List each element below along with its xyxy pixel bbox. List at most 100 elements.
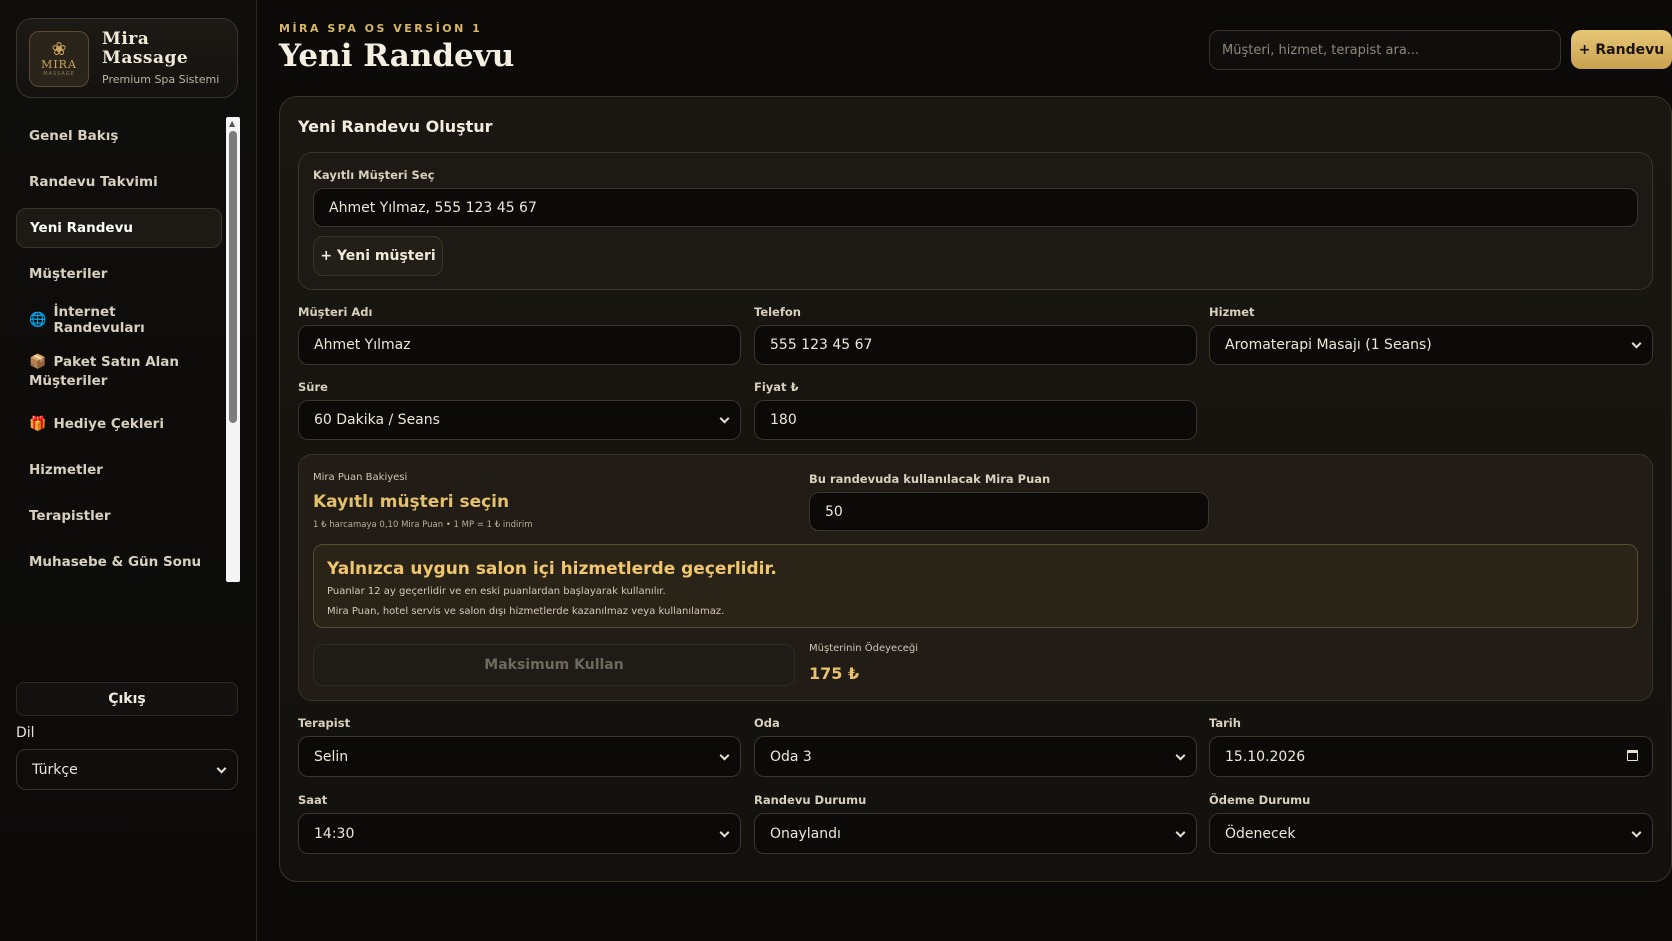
sidebar-item-gift-vouchers[interactable]: 🎁 Hediye Çekleri xyxy=(16,404,222,444)
sidebar-item-label-text: Paket Satın Alan Müşteriler xyxy=(29,354,180,389)
service-value: Aromaterapi Masajı (1 Seans) xyxy=(1225,337,1432,353)
chevron-down-icon xyxy=(216,763,227,774)
chevron-down-icon xyxy=(1175,750,1186,761)
brand-name: Mira Massage xyxy=(102,29,189,68)
points-rate-note: 1 ₺ harcamaya 0,10 Mira Puan • 1 MP = 1 … xyxy=(313,520,533,530)
sidebar-item-label: Hizmetler xyxy=(29,462,103,478)
chevron-down-icon xyxy=(719,827,730,838)
price-value: 180 xyxy=(770,412,797,428)
logo-subtext: MASSAGE xyxy=(43,71,75,77)
sidebar-item-calendar[interactable]: Randevu Takvimi xyxy=(16,162,222,202)
customer-pays-value: 175 ₺ xyxy=(809,664,860,683)
sidebar-item-label: Hediye Çekleri xyxy=(53,416,164,432)
date-label: Tarih xyxy=(1209,716,1241,730)
language-label: Dil xyxy=(16,725,35,741)
sidebar-item-online-appointments[interactable]: 🌐 İnternet Randevuları xyxy=(16,300,222,340)
form-title: Yeni Randevu Oluştur xyxy=(298,117,493,136)
chevron-down-icon xyxy=(1631,827,1642,838)
search-input[interactable] xyxy=(1222,42,1560,58)
customer-pays-label: Müşterinin Ödeyeceği xyxy=(809,643,918,654)
sidebar-item-label: Müşteriler xyxy=(29,266,108,282)
calendar-icon[interactable] xyxy=(1627,750,1638,761)
brand-card: ❀ MIRA MASSAGE Mira Massage Premium Spa … xyxy=(16,18,238,98)
sidebar-item-label: 📦 Paket Satın Alan Müşteriler xyxy=(29,353,209,391)
chevron-down-icon xyxy=(719,413,730,424)
sidebar: ❀ MIRA MASSAGE Mira Massage Premium Spa … xyxy=(0,0,257,941)
new-customer-button[interactable]: + Yeni müşteri xyxy=(313,236,443,276)
price-input[interactable]: 180 xyxy=(754,400,1197,440)
language-value: Türkçe xyxy=(32,761,78,778)
notice-title: Yalnızca uygun salon içi hizmetlerde geç… xyxy=(327,559,777,579)
sidebar-nav: Genel Bakış Randevu Takvimi Yeni Randevu… xyxy=(16,116,222,588)
sidebar-item-package-customers[interactable]: 📦 Paket Satın Alan Müşteriler xyxy=(16,346,222,398)
package-icon: 📦 xyxy=(29,354,47,370)
registered-customer-input[interactable]: Ahmet Yılmaz, 555 123 45 67 xyxy=(313,188,1638,227)
points-balance-value: Kayıtlı müşteri seçin xyxy=(313,492,510,512)
payment-status-value: Ödenecek xyxy=(1225,825,1296,842)
duration-value: 60 Dakika / Seans xyxy=(314,412,440,428)
globe-icon: 🌐 xyxy=(29,312,47,328)
sidebar-item-label: Genel Bakış xyxy=(29,128,119,144)
scrollbar-thumb[interactable] xyxy=(229,131,237,423)
points-use-label: Bu randevuda kullanılacak Mira Puan xyxy=(809,472,1051,486)
appointment-status-value: Onaylandı xyxy=(770,825,841,842)
customer-name-label: Müşteri Adı xyxy=(298,305,373,319)
service-select[interactable]: Aromaterapi Masajı (1 Seans) xyxy=(1209,325,1653,365)
registered-customer-value: Ahmet Yılmaz, 555 123 45 67 xyxy=(329,199,537,216)
chevron-down-icon xyxy=(1631,338,1642,349)
sidebar-item-label: İnternet Randevuları xyxy=(53,304,145,336)
time-select[interactable]: 14:30 xyxy=(298,813,741,854)
phone-value: 555 123 45 67 xyxy=(770,337,873,353)
points-use-input[interactable]: 50 xyxy=(809,492,1209,531)
sidebar-item-new-appointment[interactable]: Yeni Randevu xyxy=(16,208,222,248)
sidebar-item-label: Randevu Takvimi xyxy=(29,174,158,190)
points-use-value: 50 xyxy=(825,503,843,520)
chevron-down-icon xyxy=(1175,827,1186,838)
scroll-up-arrow-icon[interactable]: ▲ xyxy=(229,119,235,128)
search-box[interactable] xyxy=(1209,30,1561,70)
sidebar-scrollbar[interactable]: ▲ xyxy=(226,117,240,582)
brand-subtitle: Premium Spa Sistemi xyxy=(102,73,220,86)
chevron-down-icon xyxy=(719,750,730,761)
brand-logo: ❀ MIRA MASSAGE xyxy=(29,31,89,87)
service-label: Hizmet xyxy=(1209,305,1255,319)
page-title: Yeni Randevu xyxy=(279,38,515,74)
time-label: Saat xyxy=(298,793,328,807)
phone-label: Telefon xyxy=(754,305,801,319)
language-select[interactable]: Türkçe xyxy=(16,749,238,790)
phone-input[interactable]: 555 123 45 67 xyxy=(754,325,1197,365)
sidebar-item-therapists[interactable]: Terapistler xyxy=(16,496,222,536)
payment-status-label: Ödeme Durumu xyxy=(1209,793,1311,807)
duration-label: Süre xyxy=(298,380,328,394)
logout-button[interactable]: Çıkış xyxy=(16,682,238,716)
new-appointment-button[interactable]: + Randevu xyxy=(1571,30,1672,69)
registered-customer-label: Kayıtlı Müşteri Seç xyxy=(313,168,435,182)
sidebar-item-accounting[interactable]: Muhasebe & Gün Sonu xyxy=(16,542,222,582)
lotus-icon: ❀ xyxy=(51,39,67,60)
date-input[interactable]: 15.10.2026 xyxy=(1209,736,1653,777)
appointment-status-select[interactable]: Onaylandı xyxy=(754,813,1197,854)
time-value: 14:30 xyxy=(314,825,355,842)
customer-name-value: Ahmet Yılmaz xyxy=(314,337,411,353)
customer-name-input[interactable]: Ahmet Yılmaz xyxy=(298,325,741,365)
payment-status-select[interactable]: Ödenecek xyxy=(1209,813,1653,854)
room-select[interactable]: Oda 3 xyxy=(754,736,1197,777)
sidebar-item-overview[interactable]: Genel Bakış xyxy=(16,116,222,156)
gift-icon: 🎁 xyxy=(29,416,47,432)
room-label: Oda xyxy=(754,716,780,730)
logo-text: MIRA xyxy=(41,58,77,71)
max-use-button[interactable]: Maksimum Kullan xyxy=(313,644,795,686)
appointment-status-label: Randevu Durumu xyxy=(754,793,867,807)
sidebar-item-label: Muhasebe & Gün Sonu xyxy=(29,554,202,570)
therapist-select[interactable]: Selin xyxy=(298,736,741,777)
notice-line-2: Mira Puan, hotel servis ve salon dışı hi… xyxy=(327,606,725,617)
therapist-value: Selin xyxy=(314,748,349,765)
app-version-eyebrow: MİRA SPA OS VERSİON 1 xyxy=(279,22,483,35)
room-value: Oda 3 xyxy=(770,748,812,765)
duration-select[interactable]: 60 Dakika / Seans xyxy=(298,400,741,440)
sidebar-item-services[interactable]: Hizmetler xyxy=(16,450,222,490)
sidebar-item-customers[interactable]: Müşteriler xyxy=(16,254,222,294)
price-label: Fiyat ₺ xyxy=(754,380,799,394)
sidebar-item-label: Yeni Randevu xyxy=(30,220,133,236)
date-value: 15.10.2026 xyxy=(1225,748,1306,765)
